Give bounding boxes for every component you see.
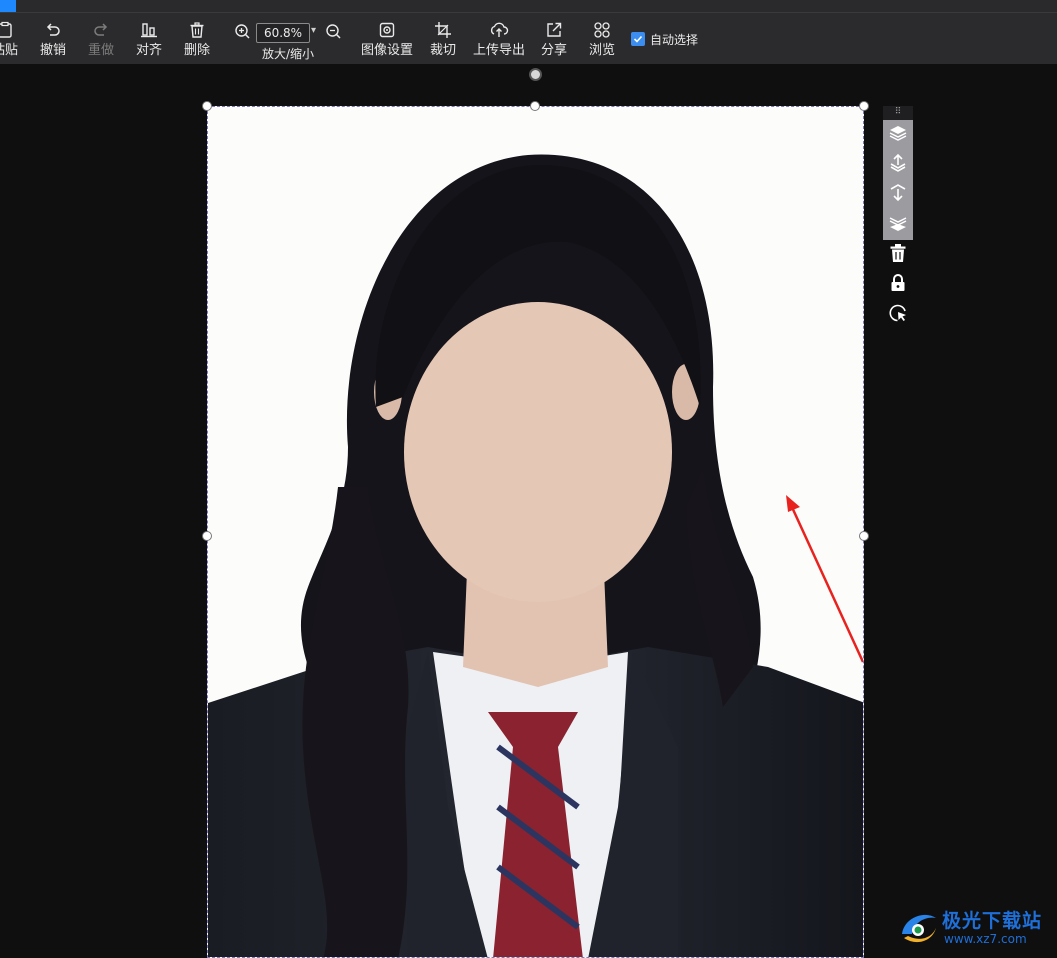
bring-to-front-button[interactable] xyxy=(883,120,913,150)
browse-button[interactable]: 浏览 xyxy=(585,13,619,65)
annotation-arrow xyxy=(789,504,863,663)
resize-handle-top-right[interactable] xyxy=(859,101,869,111)
checkbox-checked-icon xyxy=(631,32,645,46)
annotation-arrowhead xyxy=(786,495,800,512)
layer-order-group xyxy=(883,120,913,240)
paste-button[interactable]: 粘贴 xyxy=(0,13,22,65)
bring-forward-button[interactable] xyxy=(883,150,913,180)
zoom-label: 放大/缩小 xyxy=(261,47,315,61)
drag-grip-icon[interactable]: ⠿ xyxy=(883,106,913,120)
image-settings-button[interactable]: 图像设置 xyxy=(358,13,416,65)
layer-side-panel: ⠿ xyxy=(883,106,913,330)
watermark-logo-icon xyxy=(902,914,936,943)
paste-icon xyxy=(0,17,22,43)
redo-icon xyxy=(84,17,118,43)
layer-down-icon xyxy=(888,183,908,207)
trash-icon xyxy=(889,243,907,267)
zoom-input[interactable]: 60.8% xyxy=(256,23,310,43)
select-cursor-icon xyxy=(888,303,908,327)
resize-handle-left[interactable] xyxy=(202,531,212,541)
resize-handle-right[interactable] xyxy=(859,531,869,541)
redo-button[interactable]: 重做 xyxy=(84,13,118,65)
image-settings-icon xyxy=(358,17,416,43)
select-tool-button[interactable] xyxy=(883,300,913,330)
main-toolbar: 粘贴 撤销 重做 对齐 删除 60.8% ▾ 放大/缩小 图像设置 裁切 上传导… xyxy=(0,12,1057,64)
send-backward-button[interactable] xyxy=(883,180,913,210)
zoom-out-icon[interactable] xyxy=(325,23,342,44)
rotate-handle[interactable] xyxy=(529,68,542,81)
title-strip xyxy=(0,0,1057,12)
send-to-back-button[interactable] xyxy=(883,210,913,240)
resize-handle-top[interactable] xyxy=(530,101,540,111)
align-icon xyxy=(132,17,166,43)
app-tab-indicator[interactable] xyxy=(0,0,16,12)
share-icon xyxy=(537,17,571,43)
portrait-image xyxy=(208,154,863,957)
watermark-title: 极光下载站 xyxy=(942,910,1043,932)
zoom-in-icon[interactable] xyxy=(234,23,251,44)
watermark-url: www.xz7.com xyxy=(944,932,1027,946)
chevron-down-icon[interactable]: ▾ xyxy=(311,25,316,36)
lock-layer-button[interactable] xyxy=(883,270,913,300)
align-button[interactable]: 对齐 xyxy=(132,13,166,65)
crop-icon xyxy=(426,17,460,43)
undo-button[interactable]: 撤销 xyxy=(36,13,70,65)
layer-bottom-icon xyxy=(888,213,908,237)
crop-button[interactable]: 裁切 xyxy=(426,13,460,65)
selected-photo-layer[interactable] xyxy=(207,106,864,958)
blurred-face xyxy=(404,302,672,602)
layer-top-icon xyxy=(888,123,908,147)
lock-icon xyxy=(889,273,907,297)
site-watermark: 极光下载站 www.xz7.com xyxy=(898,904,1048,952)
share-button[interactable]: 分享 xyxy=(537,13,571,65)
resize-handle-top-left[interactable] xyxy=(202,101,212,111)
undo-icon xyxy=(36,17,70,43)
delete-button[interactable]: 删除 xyxy=(180,13,214,65)
trash-icon xyxy=(180,17,214,43)
cloud-upload-icon xyxy=(470,17,528,43)
layer-up-icon xyxy=(888,153,908,177)
delete-layer-button[interactable] xyxy=(883,240,913,270)
auto-select-checkbox[interactable]: 自动选择 xyxy=(631,31,698,47)
browse-grid-icon xyxy=(585,17,619,43)
upload-export-button[interactable]: 上传导出 xyxy=(470,13,528,65)
